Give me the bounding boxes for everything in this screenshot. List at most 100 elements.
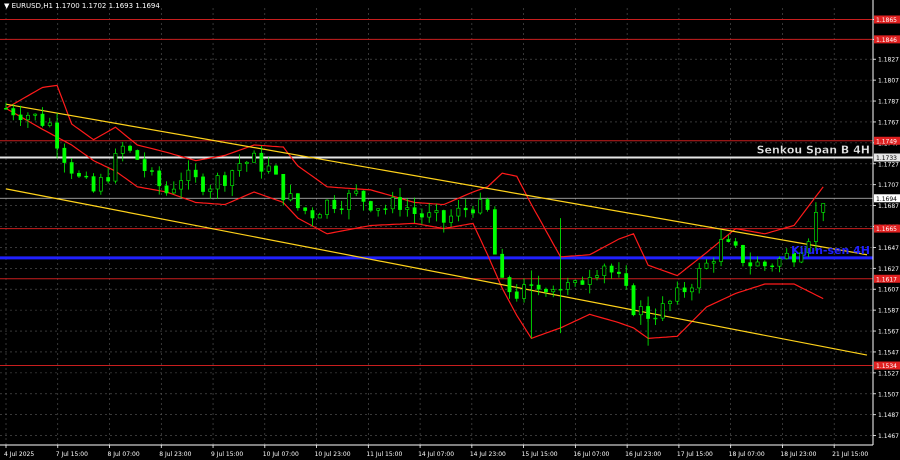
- candle-body: [303, 207, 308, 211]
- candle-body: [631, 285, 636, 316]
- x-tick-label: 15 Jul 15:00: [522, 451, 558, 458]
- candle-body: [595, 275, 599, 278]
- x-tick-label: 18 Jul 07:00: [729, 451, 765, 458]
- candle-body: [449, 215, 453, 223]
- candle-body: [295, 193, 300, 209]
- time-axis[interactable]: 4 Jul 2025 7 Jul 15:00 8 Jul 07:00 8 Jul 23…: [0, 444, 873, 458]
- x-tick-label: 14 Jul 07:00: [418, 451, 454, 458]
- candle-body: [179, 180, 184, 190]
- candle-body: [427, 212, 432, 218]
- candle-body: [390, 197, 395, 210]
- x-tick-label: 11 Jul 15:00: [366, 451, 402, 458]
- y-tick-label: 1.1627: [878, 266, 899, 273]
- candle-body: [281, 173, 286, 201]
- y-tick-label: 1.1587: [878, 308, 899, 315]
- candle-body: [741, 245, 745, 263]
- candle-body: [91, 176, 96, 192]
- candle-body: [814, 212, 818, 242]
- candle-body: [733, 241, 738, 246]
- candle-body: [332, 199, 337, 210]
- candle-body: [361, 190, 366, 202]
- x-tick-label: 16 Jul 07:00: [573, 451, 609, 458]
- candle-body: [609, 265, 614, 273]
- y-tick-label: 1.1707: [878, 182, 899, 189]
- y-tick-label: 1.1687: [878, 203, 899, 210]
- candle-body: [471, 209, 475, 214]
- candle-body: [113, 153, 118, 182]
- candle-body: [507, 277, 512, 293]
- trend-channel: [5, 103, 868, 356]
- level-price-tag-text: 1.1865: [876, 17, 897, 24]
- x-tick-label: 17 Jul 15:00: [677, 451, 713, 458]
- candle-body: [522, 284, 526, 299]
- candle-body: [62, 147, 67, 163]
- candle-body: [25, 114, 30, 121]
- candle-body: [748, 262, 753, 267]
- level-price-tag-text: 1.1733: [876, 155, 897, 162]
- candle-body: [624, 273, 629, 286]
- level-name-label: Senkou Span B 4H: [757, 144, 870, 157]
- candle-body: [478, 199, 483, 214]
- chart-title: ▼ EURUSD,H1 1.1700 1.1702 1.1693 1.1694: [4, 2, 160, 10]
- candle-body: [675, 287, 680, 302]
- candle-body: [106, 177, 111, 182]
- x-tick-label: 21 Jul 15:00: [832, 451, 868, 458]
- candle-body: [252, 152, 256, 163]
- y-tick-label: 1.1647: [878, 245, 899, 252]
- candle-body: [354, 190, 359, 194]
- candle-body: [339, 208, 344, 210]
- candle-body: [777, 258, 782, 267]
- candle-body: [230, 170, 235, 186]
- candle-body: [420, 213, 424, 218]
- x-tick-label: 16 Jul 23:00: [625, 451, 661, 458]
- candle-body: [682, 287, 687, 293]
- horizontal-levels: [0, 19, 873, 367]
- candle-body: [602, 265, 607, 276]
- candle-body: [492, 209, 497, 255]
- x-tick-label: 10 Jul 23:00: [315, 451, 351, 458]
- candle-body: [821, 203, 826, 213]
- candle-body: [711, 261, 716, 264]
- x-tick-label: 18 Jul 23:00: [780, 451, 816, 458]
- y-tick-label: 1.1727: [878, 161, 899, 168]
- candle-body: [18, 114, 23, 121]
- candle-body: [368, 201, 373, 211]
- candle-body: [565, 282, 570, 290]
- level-price-tag-text: 1.1617: [876, 276, 897, 283]
- candle-body: [668, 300, 672, 304]
- level-price-tag-text: 1.1749: [876, 138, 897, 145]
- x-tick-label: 10 Jul 07:00: [263, 451, 299, 458]
- candle-body: [456, 207, 461, 217]
- price-axis[interactable]: 1.1865 1.1846 1.1827 1.1807 1.1787 1.1767 1.17…: [872, 0, 899, 445]
- candle-body: [762, 261, 767, 267]
- x-tick-label: 4 Jul 2025: [4, 451, 34, 458]
- candle-body: [4, 108, 8, 110]
- candle-body: [274, 165, 278, 175]
- candle-body: [660, 303, 665, 319]
- y-tick-label: 1.1607: [878, 287, 899, 294]
- y-tick-label: 1.1787: [878, 99, 899, 106]
- candle-body: [580, 280, 585, 285]
- x-tick-label: 14 Jul 23:00: [470, 451, 506, 458]
- x-tick-label: 9 Jul 15:00: [211, 451, 243, 458]
- candle-body: [514, 291, 519, 299]
- candle-body: [412, 207, 417, 214]
- level-name-label: Kijun-sen 4H: [791, 244, 870, 257]
- price-chart[interactable]: 1.1865 1.1846 1.1827 1.1807 1.1787 1.1767 1.17…: [0, 0, 900, 460]
- candle-body: [770, 265, 775, 267]
- candle-body: [398, 197, 402, 210]
- candle-body: [69, 162, 74, 174]
- candle-body: [157, 170, 162, 187]
- candle-body: [587, 277, 592, 285]
- candle-body: [201, 176, 205, 192]
- level-price-tag-text: 1.1846: [876, 37, 897, 44]
- candle-body: [689, 287, 694, 293]
- candle-body: [150, 170, 154, 172]
- candle-body: [755, 261, 760, 267]
- candle-body: [347, 192, 351, 210]
- level-labels: 1.1865 1.1846 1.1749 1.1733 Senkou Span B 4H…: [756, 15, 900, 370]
- level-price-tag-text: 1.1665: [876, 226, 897, 233]
- candle-body: [215, 175, 220, 190]
- candle-body: [310, 210, 315, 219]
- y-tick-label: 1.1807: [878, 78, 899, 85]
